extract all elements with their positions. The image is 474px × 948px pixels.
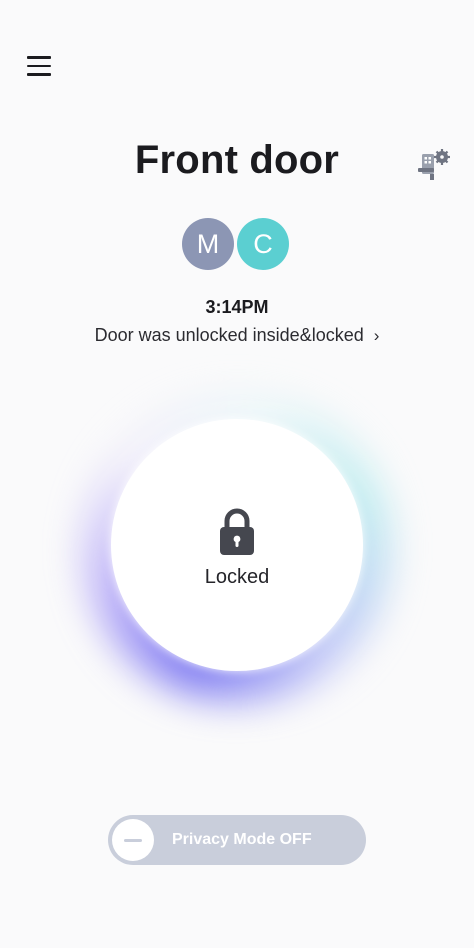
lock-toggle-button[interactable]: Locked [111,419,363,671]
last-event-description: Door was unlocked inside&locked [94,325,364,345]
lock-status-label: Locked [204,565,270,588]
padlock-icon [220,508,254,555]
hamburger-menu-icon [27,56,51,59]
toggle-knob[interactable] [112,819,154,861]
avatar-m[interactable]: M [182,218,234,270]
device-title: Front door [134,138,340,182]
menu-button[interactable] [20,48,58,84]
user-avatars: M C [0,218,474,270]
privacy-mode-label: Privacy Mode OFF [172,831,312,848]
avatar-c[interactable]: C [237,218,289,270]
event-history-link[interactable]: Door was unlocked inside&locked › [0,325,474,346]
privacy-mode-toggle[interactable]: Privacy Mode OFF [108,815,366,865]
hamburger-line [27,64,51,68]
hamburger-line [27,73,51,76]
minus-icon [124,838,142,842]
last-event-time: 3:14PM [205,297,269,317]
chevron-right-icon: › [373,326,380,345]
